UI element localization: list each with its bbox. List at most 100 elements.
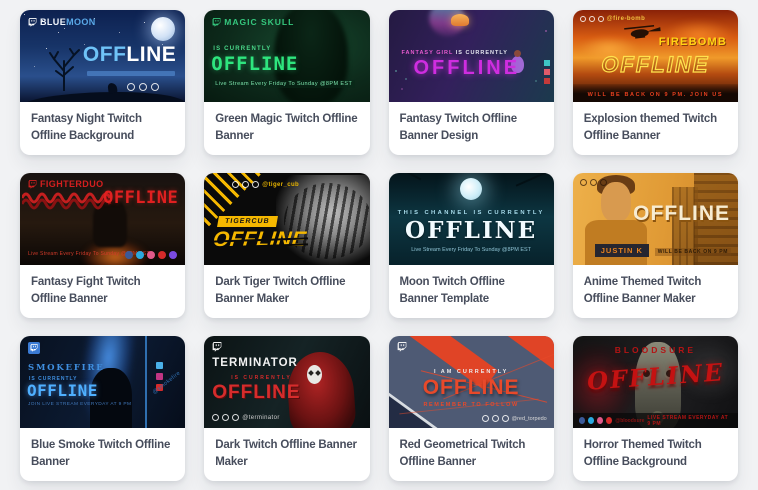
twitter-icon bbox=[156, 362, 164, 369]
handle-text: @red_torpedo bbox=[511, 415, 547, 422]
instagram-icon bbox=[597, 16, 604, 22]
banner-moon: THIS CHANNEL IS CURRENTLY OFFLINE Live S… bbox=[388, 173, 554, 265]
social-handle-row: @red_torpedo bbox=[481, 415, 547, 422]
brand-text: FIGHTERDUO bbox=[40, 179, 104, 189]
template-card-blue-smoke[interactable]: SMOKEFIRE IS CURRENTLY OFFLINE JOIN LIVE… bbox=[20, 336, 186, 481]
twitter-icon bbox=[579, 16, 586, 22]
template-card-red-geometrical[interactable]: I AM CURRENTLY OFFLINE REMEMBER TO FOLLO… bbox=[388, 336, 554, 481]
template-grid: BLUEMOON OFFLINE Fantasy Night Twitch Of… bbox=[0, 0, 758, 481]
banner-blue-smoke: SMOKEFIRE IS CURRENTLY OFFLINE JOIN LIVE… bbox=[20, 336, 186, 428]
offline-text: OFFLINE bbox=[633, 202, 730, 225]
tree-graphic bbox=[46, 47, 82, 96]
instagram-icon bbox=[597, 417, 604, 424]
twitter-icon bbox=[139, 83, 148, 91]
divider-line bbox=[145, 336, 148, 428]
tagline-bar bbox=[87, 71, 176, 76]
banner-explosion: @fire-bomb FIREBOMB OFFLINE WILL BE BACK… bbox=[572, 10, 738, 102]
sparkle-graphic bbox=[394, 70, 397, 72]
social-icons bbox=[125, 251, 178, 259]
jellyfish-graphic bbox=[450, 14, 469, 26]
offline-text: OFFLINE bbox=[27, 381, 98, 400]
tagline-text: REMEMBER TO FOLLOW bbox=[423, 402, 519, 408]
banner-anime: OFFLINE JUSTIN K WILL BE BACK ON 9 PM bbox=[572, 173, 738, 265]
moon-graphic bbox=[151, 17, 176, 41]
handle-text: @terminator bbox=[242, 414, 280, 421]
social-icons bbox=[579, 179, 607, 186]
offline-text: OFFLINE bbox=[211, 53, 299, 75]
instagram-icon bbox=[127, 83, 136, 91]
template-title: Dark Tiger Twitch Offline Banner Maker bbox=[215, 276, 346, 305]
status-text: THIS CHANNEL IS CURRENTLY bbox=[397, 210, 545, 216]
template-card-green-magic[interactable]: MAGIC SKULL IS CURRENTLY OFFLINE Live St… bbox=[204, 10, 370, 155]
banner-red-geometrical: I AM CURRENTLY OFFLINE REMEMBER TO FOLLO… bbox=[388, 336, 554, 428]
handle-text: @fire-bomb bbox=[606, 16, 646, 22]
facebook-icon bbox=[578, 417, 585, 424]
youtube-icon bbox=[606, 417, 613, 424]
social-handle-row: @tiger_cub bbox=[232, 181, 299, 188]
twitter-icon bbox=[481, 415, 489, 422]
youtube-icon bbox=[158, 251, 167, 259]
twitter-icon bbox=[587, 417, 595, 424]
template-card-moon[interactable]: THIS CHANNEL IS CURRENTLY OFFLINE Live S… bbox=[388, 173, 554, 318]
twitch-icon bbox=[28, 17, 37, 27]
tagline-text: JOIN LIVE STREAM EVERYDAY AT 9 PM bbox=[28, 402, 132, 407]
template-card-anime[interactable]: OFFLINE JUSTIN K WILL BE BACK ON 9 PM An… bbox=[572, 173, 738, 318]
streamer-name-badge: JUSTIN K bbox=[594, 244, 649, 257]
handle-text: @tiger_cub bbox=[262, 181, 300, 188]
status-text: FANTASY GIRL IS CURRENTLY bbox=[401, 50, 508, 56]
template-title: Green Magic Twitch Offline Banner bbox=[215, 113, 358, 142]
template-title: Fantasy Fight Twitch Offline Banner bbox=[31, 276, 141, 305]
fighterduo-logo: FIGHTERDUO bbox=[28, 179, 104, 189]
template-card-fantasy-fight[interactable]: FIGHTERDUO OFFLINE Live Stream Every Fri… bbox=[20, 173, 186, 318]
banner-green-magic: MAGIC SKULL IS CURRENTLY OFFLINE Live St… bbox=[204, 10, 370, 102]
facebook-icon bbox=[588, 16, 595, 22]
facebook-icon bbox=[222, 414, 230, 421]
template-title: Moon Twitch Offline Banner Template bbox=[399, 276, 505, 305]
social-handle-row: @fire-bomb bbox=[579, 16, 646, 22]
template-title: Explosion themed Twitch Offline Banner bbox=[583, 113, 717, 142]
template-title: Blue Smoke Twitch Offline Banner bbox=[31, 439, 171, 468]
tagline-text: LIVE STREAM EVERYDAY AT 9 PM bbox=[647, 414, 729, 427]
twitch-icon bbox=[28, 179, 37, 189]
zigzag-graphic bbox=[20, 189, 114, 218]
instagram-icon bbox=[501, 415, 509, 422]
banner-dark-tiger: @tiger_cub TIGERCUB OFFLINE bbox=[204, 173, 370, 265]
banner-fantasy-fight: FIGHTERDUO OFFLINE Live Stream Every Fri… bbox=[20, 173, 186, 265]
character-body-graphic bbox=[584, 220, 647, 265]
banner-fantasy-design: FANTASY GIRL IS CURRENTLY OFFLINE bbox=[388, 10, 554, 102]
template-card-fantasy-night[interactable]: BLUEMOON OFFLINE Fantasy Night Twitch Of… bbox=[20, 10, 186, 155]
brand-text: BLOODSURE bbox=[614, 345, 697, 355]
magic-skull-logo: MAGIC SKULL bbox=[212, 17, 294, 27]
bluemoon-logo: BLUEMOON bbox=[28, 17, 96, 27]
template-title: Horror Themed Twitch Offline Background bbox=[583, 439, 702, 468]
offline-text: OFFLINE bbox=[422, 376, 520, 399]
facebook-icon bbox=[491, 415, 499, 422]
template-card-horror[interactable]: BLOODSURE OFFLINE @bloodsure LIVE STREAM… bbox=[572, 336, 738, 481]
offline-text: OFFLINE bbox=[405, 217, 538, 244]
status-text: I AM CURRENTLY bbox=[433, 369, 509, 375]
template-card-explosion[interactable]: @fire-bomb FIREBOMB OFFLINE WILL BE BACK… bbox=[572, 10, 738, 155]
twitch-icon bbox=[169, 251, 178, 259]
template-card-dark-tiger[interactable]: @tiger_cub TIGERCUB OFFLINE Dark Tiger T… bbox=[204, 173, 370, 318]
template-card-fantasy-design[interactable]: FANTASY GIRL IS CURRENTLY OFFLINE Fantas… bbox=[388, 10, 554, 155]
brand-text: BLUE bbox=[40, 17, 67, 27]
template-title: Red Geometrical Twitch Offline Banner bbox=[399, 439, 526, 468]
brand-text: TERMINATOR bbox=[212, 357, 298, 369]
instagram-icon bbox=[147, 251, 156, 259]
template-title: Anime Themed Twitch Offline Banner Maker bbox=[583, 276, 702, 305]
facebook-icon bbox=[232, 181, 240, 188]
social-teal-square bbox=[543, 60, 550, 66]
instagram-icon bbox=[242, 181, 250, 188]
template-card-dark[interactable]: TERMINATOR IS CURRENTLY OFFLINE @termina… bbox=[204, 336, 370, 481]
social-red-square bbox=[543, 78, 550, 84]
facebook-icon bbox=[151, 83, 160, 91]
offline-text: OFFLINE bbox=[103, 188, 179, 208]
mask-graphic bbox=[306, 365, 322, 384]
status-text: IS CURRENTLY bbox=[213, 46, 272, 52]
moon-graphic bbox=[460, 178, 483, 200]
tagline-text: WILL BE BACK ON 9 PM. JOIN US bbox=[587, 92, 724, 98]
instagram-icon bbox=[156, 373, 164, 380]
social-pink-square bbox=[543, 69, 550, 75]
banner-dark: TERMINATOR IS CURRENTLY OFFLINE @termina… bbox=[204, 336, 370, 428]
social-handle-row: @terminator bbox=[212, 414, 280, 421]
